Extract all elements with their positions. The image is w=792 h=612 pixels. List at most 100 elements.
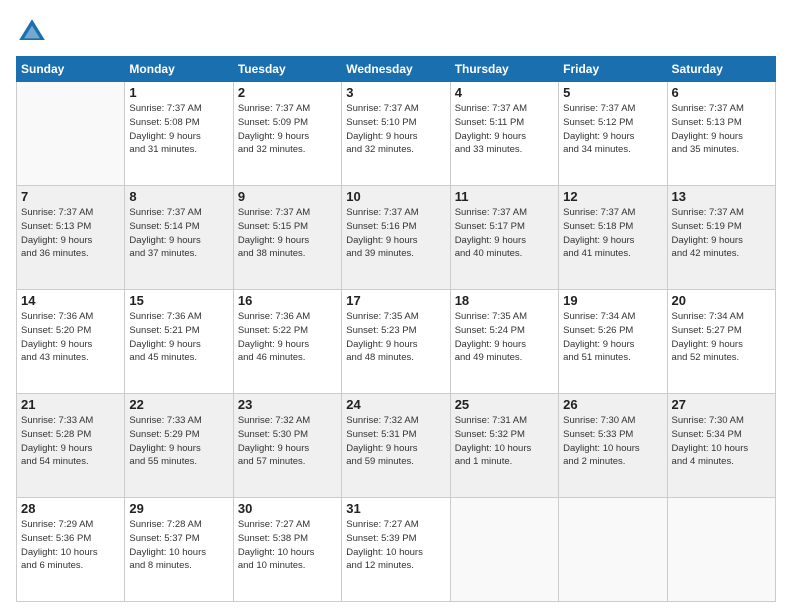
- sunrise-text: Sunrise: 7:32 AM: [238, 415, 310, 426]
- sunrise-text: Sunrise: 7:29 AM: [21, 519, 93, 530]
- sunset-text: Sunset: 5:39 PM: [346, 533, 416, 544]
- daylight-text: Daylight: 9 hours: [455, 131, 526, 142]
- daylight-text: Daylight: 9 hours: [346, 235, 417, 246]
- day-info: Sunrise: 7:37 AMSunset: 5:16 PMDaylight:…: [346, 206, 445, 261]
- sunrise-text: Sunrise: 7:37 AM: [672, 207, 744, 218]
- sunrise-text: Sunrise: 7:34 AM: [563, 311, 635, 322]
- sunset-text: Sunset: 5:23 PM: [346, 325, 416, 336]
- day-number: 5: [563, 85, 662, 100]
- calendar-day-cell: 5 Sunrise: 7:37 AMSunset: 5:12 PMDaylight…: [559, 82, 667, 186]
- daylight-text: Daylight: 9 hours: [238, 235, 309, 246]
- day-number: 12: [563, 189, 662, 204]
- sunrise-text: Sunrise: 7:35 AM: [455, 311, 527, 322]
- sunset-text: Sunset: 5:14 PM: [129, 221, 199, 232]
- sunset-text: Sunset: 5:31 PM: [346, 429, 416, 440]
- header: [16, 16, 776, 48]
- calendar-day-cell: 8Sunrise: 7:37 AMSunset: 5:14 PMDaylight…: [125, 186, 233, 290]
- daylight-text-cont: and 51 minutes.: [563, 352, 631, 363]
- sunset-text: Sunset: 5:10 PM: [346, 117, 416, 128]
- sunset-text: Sunset: 5:36 PM: [21, 533, 91, 544]
- logo-icon: [16, 16, 48, 48]
- day-number: 6: [672, 85, 771, 100]
- day-number: 26: [563, 397, 662, 412]
- day-number: 15: [129, 293, 228, 308]
- sunrise-text: Sunrise: 7:36 AM: [21, 311, 93, 322]
- sunrise-text: Sunrise: 7:37 AM: [346, 103, 418, 114]
- weekday-header-monday: Monday: [125, 57, 233, 82]
- daylight-text-cont: and 34 minutes.: [563, 144, 631, 155]
- sunrise-text: Sunrise: 7:34 AM: [672, 311, 744, 322]
- sunrise-text: Sunrise: 7:36 AM: [129, 311, 201, 322]
- weekday-header-tuesday: Tuesday: [233, 57, 341, 82]
- daylight-text-cont: and 32 minutes.: [238, 144, 306, 155]
- weekday-header-wednesday: Wednesday: [342, 57, 450, 82]
- calendar-day-cell: 9 Sunrise: 7:37 AMSunset: 5:15 PMDaylight…: [233, 186, 341, 290]
- day-info: Sunrise: 7:34 AMSunset: 5:26 PMDaylight:…: [563, 310, 662, 365]
- day-number: 9: [238, 189, 337, 204]
- day-number: 17: [346, 293, 445, 308]
- day-info: Sunrise: 7:33 AM Sunset: 5:29 PM Daylight:…: [129, 414, 228, 469]
- sunrise-text: Sunrise: 7:37 AM: [129, 103, 201, 114]
- day-number: 14: [21, 293, 120, 308]
- sunrise-text: Sunrise: 7:27 AM: [346, 519, 418, 530]
- day-number: 8: [129, 189, 228, 204]
- sunset-text: Sunset: 5:15 PM: [238, 221, 308, 232]
- day-info: Sunrise: 7:37 AMSunset: 5:13 PMDaylight:…: [672, 102, 771, 157]
- sunset-text: Sunset: 5:29 PM: [129, 429, 199, 440]
- sunrise-text: Sunrise: 7:27 AM: [238, 519, 310, 530]
- daylight-text: Daylight: 9 hours: [129, 443, 200, 454]
- daylight-text: Daylight: 9 hours: [455, 339, 526, 350]
- sunset-text: Sunset: 5:20 PM: [21, 325, 91, 336]
- day-info: Sunrise: 7:32 AMSunset: 5:31 PMDaylight:…: [346, 414, 445, 469]
- daylight-text-cont: and 32 minutes.: [346, 144, 414, 155]
- day-info: Sunrise: 7:28 AMSunset: 5:37 PMDaylight:…: [129, 518, 228, 573]
- day-number: 4: [455, 85, 554, 100]
- sunset-text: Sunset: 5:38 PM: [238, 533, 308, 544]
- sunset-text: Sunset: 5:33 PM: [563, 429, 633, 440]
- daylight-text-cont: and 10 minutes.: [238, 560, 306, 571]
- daylight-text-cont: and 41 minutes.: [563, 248, 631, 259]
- daylight-text: Daylight: 9 hours: [21, 235, 92, 246]
- day-number: 16: [238, 293, 337, 308]
- calendar-table: SundayMondayTuesdayWednesdayThursdayFrid…: [16, 56, 776, 602]
- day-info: Sunrise: 7:37 AMSunset: 5:08 PMDaylight:…: [129, 102, 228, 157]
- day-info: Sunrise: 7:37 AMSunset: 5:13 PMDaylight:…: [21, 206, 120, 261]
- sunset-text: Sunset: 5:09 PM: [238, 117, 308, 128]
- daylight-text: Daylight: 9 hours: [672, 131, 743, 142]
- sunset-text: Sunset: 5:16 PM: [346, 221, 416, 232]
- calendar-day-cell: 3Sunrise: 7:37 AMSunset: 5:10 PMDaylight…: [342, 82, 450, 186]
- day-number: 1: [129, 85, 228, 100]
- calendar-day-cell: 27Sunrise: 7:30 AMSunset: 5:34 PMDayligh…: [667, 394, 775, 498]
- day-info: Sunrise: 7:37 AMSunset: 5:12 PMDaylight:…: [563, 102, 662, 157]
- daylight-text-cont: and 31 minutes.: [129, 144, 197, 155]
- calendar-day-cell: 19Sunrise: 7:34 AMSunset: 5:26 PMDayligh…: [559, 290, 667, 394]
- daylight-text-cont: and 36 minutes.: [21, 248, 89, 259]
- day-number: 31: [346, 501, 445, 516]
- day-number: 23: [238, 397, 337, 412]
- sunset-text: Sunset: 5:21 PM: [129, 325, 199, 336]
- day-info: Sunrise: 7:37 AMSunset: 5:15 PMDaylight:…: [238, 206, 337, 261]
- sunset-text: Sunset: 5:17 PM: [455, 221, 525, 232]
- sunrise-text: Sunrise: 7:37 AM: [129, 207, 201, 218]
- daylight-text-cont: and 37 minutes.: [129, 248, 197, 259]
- weekday-header-row: SundayMondayTuesdayWednesdayThursdayFrid…: [17, 57, 776, 82]
- sunset-text: Sunset: 5:22 PM: [238, 325, 308, 336]
- day-info: Sunrise: 7:27 AMSunset: 5:39 PMDaylight:…: [346, 518, 445, 573]
- weekday-header-friday: Friday: [559, 57, 667, 82]
- daylight-text: Daylight: 9 hours: [129, 339, 200, 350]
- weekday-header-saturday: Saturday: [667, 57, 775, 82]
- calendar-day-cell: 21Sunrise: 7:33 AMSunset: 5:28 PMDayligh…: [17, 394, 125, 498]
- calendar-day-cell: 23Sunrise: 7:32 AMSunset: 5:30 PMDayligh…: [233, 394, 341, 498]
- sunrise-text: Sunrise: 7:30 AM: [563, 415, 635, 426]
- daylight-text-cont: and 59 minutes.: [346, 456, 414, 467]
- weekday-header-thursday: Thursday: [450, 57, 558, 82]
- sunrise-text: Sunrise: 7:28 AM: [129, 519, 201, 530]
- sunset-text: Sunset: 5:26 PM: [563, 325, 633, 336]
- daylight-text: Daylight: 9 hours: [563, 131, 634, 142]
- sunset-text: Sunset: 5:11 PM: [455, 117, 525, 128]
- day-info: Sunrise: 7:30 AMSunset: 5:34 PMDaylight:…: [672, 414, 771, 469]
- day-number: 29: [129, 501, 228, 516]
- sunrise-text: Sunrise: 7:33 AM: [129, 415, 201, 426]
- calendar-day-cell: 12Sunrise: 7:37 AMSunset: 5:18 PMDayligh…: [559, 186, 667, 290]
- daylight-text: Daylight: 10 hours: [455, 443, 532, 454]
